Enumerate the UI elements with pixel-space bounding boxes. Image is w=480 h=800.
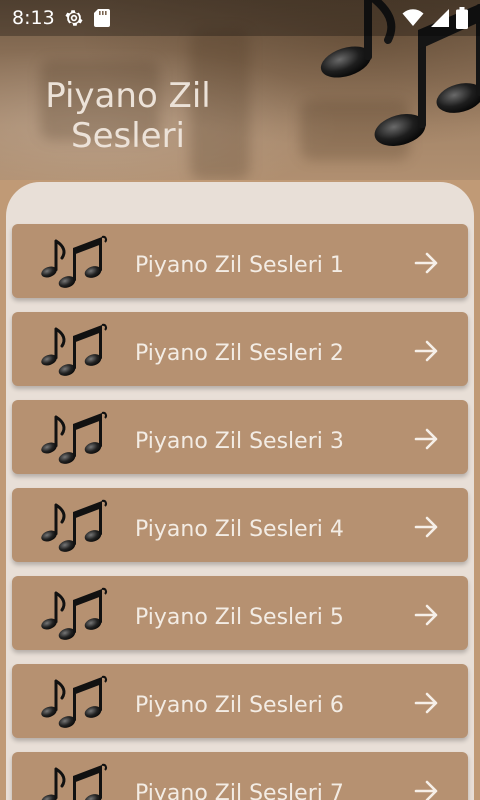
battery-icon — [456, 7, 468, 29]
arrow-right-icon[interactable] — [414, 514, 440, 540]
arrow-right-icon[interactable] — [414, 778, 440, 800]
music-notes-icon — [41, 411, 107, 464]
arrow-right-icon[interactable] — [414, 690, 440, 716]
ringtone-list-item[interactable]: Piyano Zil Sesleri 2 — [12, 312, 468, 386]
app-title-line1: Piyano Zil — [45, 76, 211, 116]
music-notes-icon — [41, 323, 107, 376]
ringtone-item-label: Piyano Zil Sesleri 7 — [135, 781, 344, 800]
status-time: 8:13 — [12, 7, 55, 29]
arrow-right-icon[interactable] — [414, 250, 440, 276]
ringtone-item-label: Piyano Zil Sesleri 4 — [135, 517, 344, 542]
ringtone-item-label: Piyano Zil Sesleri 3 — [135, 429, 344, 454]
ringtone-list-item[interactable]: Piyano Zil Sesleri 3 — [12, 400, 468, 474]
music-notes-icon — [41, 675, 107, 728]
ringtone-item-label: Piyano Zil Sesleri 6 — [135, 693, 344, 718]
app-title: Piyano Zil Sesleri — [28, 76, 228, 156]
status-bar: 8:13 — [0, 0, 480, 36]
ringtone-list-item[interactable]: Piyano Zil Sesleri 5 — [12, 576, 468, 650]
ringtone-list-panel: Piyano Zil Sesleri 1 Piyano Zil Sesleri … — [6, 182, 474, 800]
ringtone-item-label: Piyano Zil Sesleri 1 — [135, 253, 344, 278]
music-notes-icon — [41, 499, 107, 552]
app-screen: 8:13 Piyano Zil Sesleri Piyano Zil Sesle… — [0, 0, 480, 800]
music-notes-icon — [41, 587, 107, 640]
ringtone-list: Piyano Zil Sesleri 1 Piyano Zil Sesleri … — [12, 224, 468, 800]
arrow-right-icon[interactable] — [414, 338, 440, 364]
app-title-line2: Sesleri — [70, 116, 185, 156]
arrow-right-icon[interactable] — [414, 426, 440, 452]
ringtone-list-item[interactable]: Piyano Zil Sesleri 1 — [12, 224, 468, 298]
ringtone-item-label: Piyano Zil Sesleri 5 — [135, 605, 344, 630]
music-notes-icon — [41, 235, 107, 288]
sd-card-icon — [93, 8, 111, 28]
arrow-right-icon[interactable] — [414, 602, 440, 628]
ringtone-list-item[interactable]: Piyano Zil Sesleri 4 — [12, 488, 468, 562]
status-right-icons — [402, 0, 468, 36]
music-notes-icon — [41, 763, 107, 800]
ringtone-list-item[interactable]: Piyano Zil Sesleri 7 — [12, 752, 468, 800]
settings-gear-icon — [63, 7, 85, 29]
ringtone-list-item[interactable]: Piyano Zil Sesleri 6 — [12, 664, 468, 738]
wifi-icon — [402, 9, 424, 26]
ringtone-item-label: Piyano Zil Sesleri 2 — [135, 341, 344, 366]
signal-icon — [431, 9, 449, 27]
